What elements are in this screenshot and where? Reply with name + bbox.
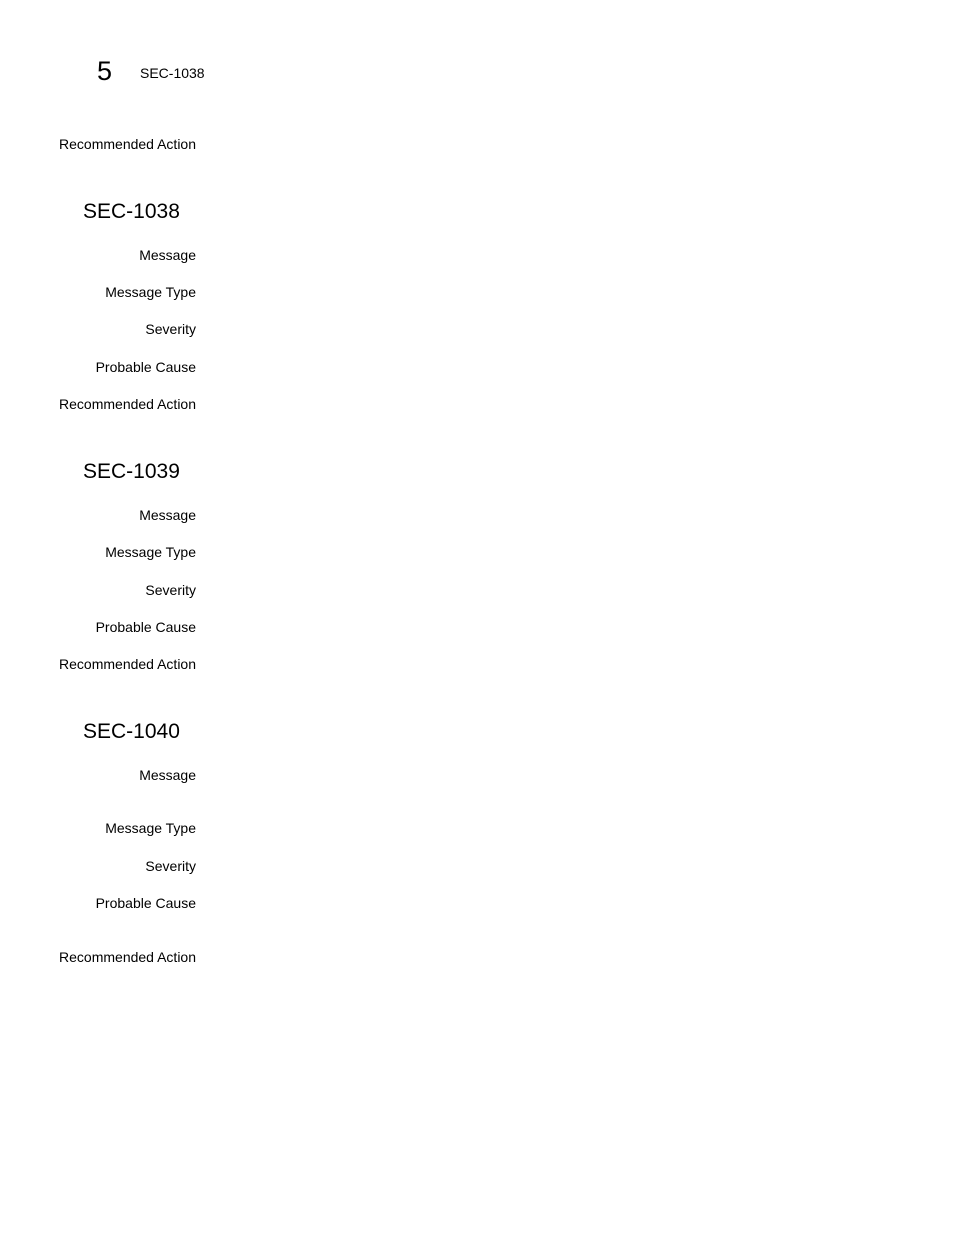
chapter-number: 5 xyxy=(97,56,113,86)
probable-cause-label: Probable Cause xyxy=(95,359,196,375)
carryover-recommended-action-label: Recommended Action xyxy=(59,136,196,152)
recommended-action-label: Recommended Action xyxy=(59,949,196,965)
message-type-label: Message Type xyxy=(105,284,196,300)
probable-cause-label: Probable Cause xyxy=(95,619,196,635)
message-label: Message xyxy=(139,767,196,783)
recommended-action-label: Recommended Action xyxy=(59,396,196,412)
recommended-action-label: Recommended Action xyxy=(59,656,196,672)
message-type-label: Message Type xyxy=(105,820,196,836)
section-title: SEC-1040 xyxy=(83,720,180,743)
message-label: Message xyxy=(139,507,196,523)
severity-label: Severity xyxy=(145,321,196,337)
section-title: SEC-1039 xyxy=(83,460,180,483)
probable-cause-label: Probable Cause xyxy=(95,895,196,911)
severity-label: Severity xyxy=(145,582,196,598)
section-title: SEC-1038 xyxy=(83,200,180,223)
severity-label: Severity xyxy=(145,858,196,874)
running-title: SEC-1038 xyxy=(140,65,205,81)
message-label: Message xyxy=(139,247,196,263)
message-type-label: Message Type xyxy=(105,544,196,560)
